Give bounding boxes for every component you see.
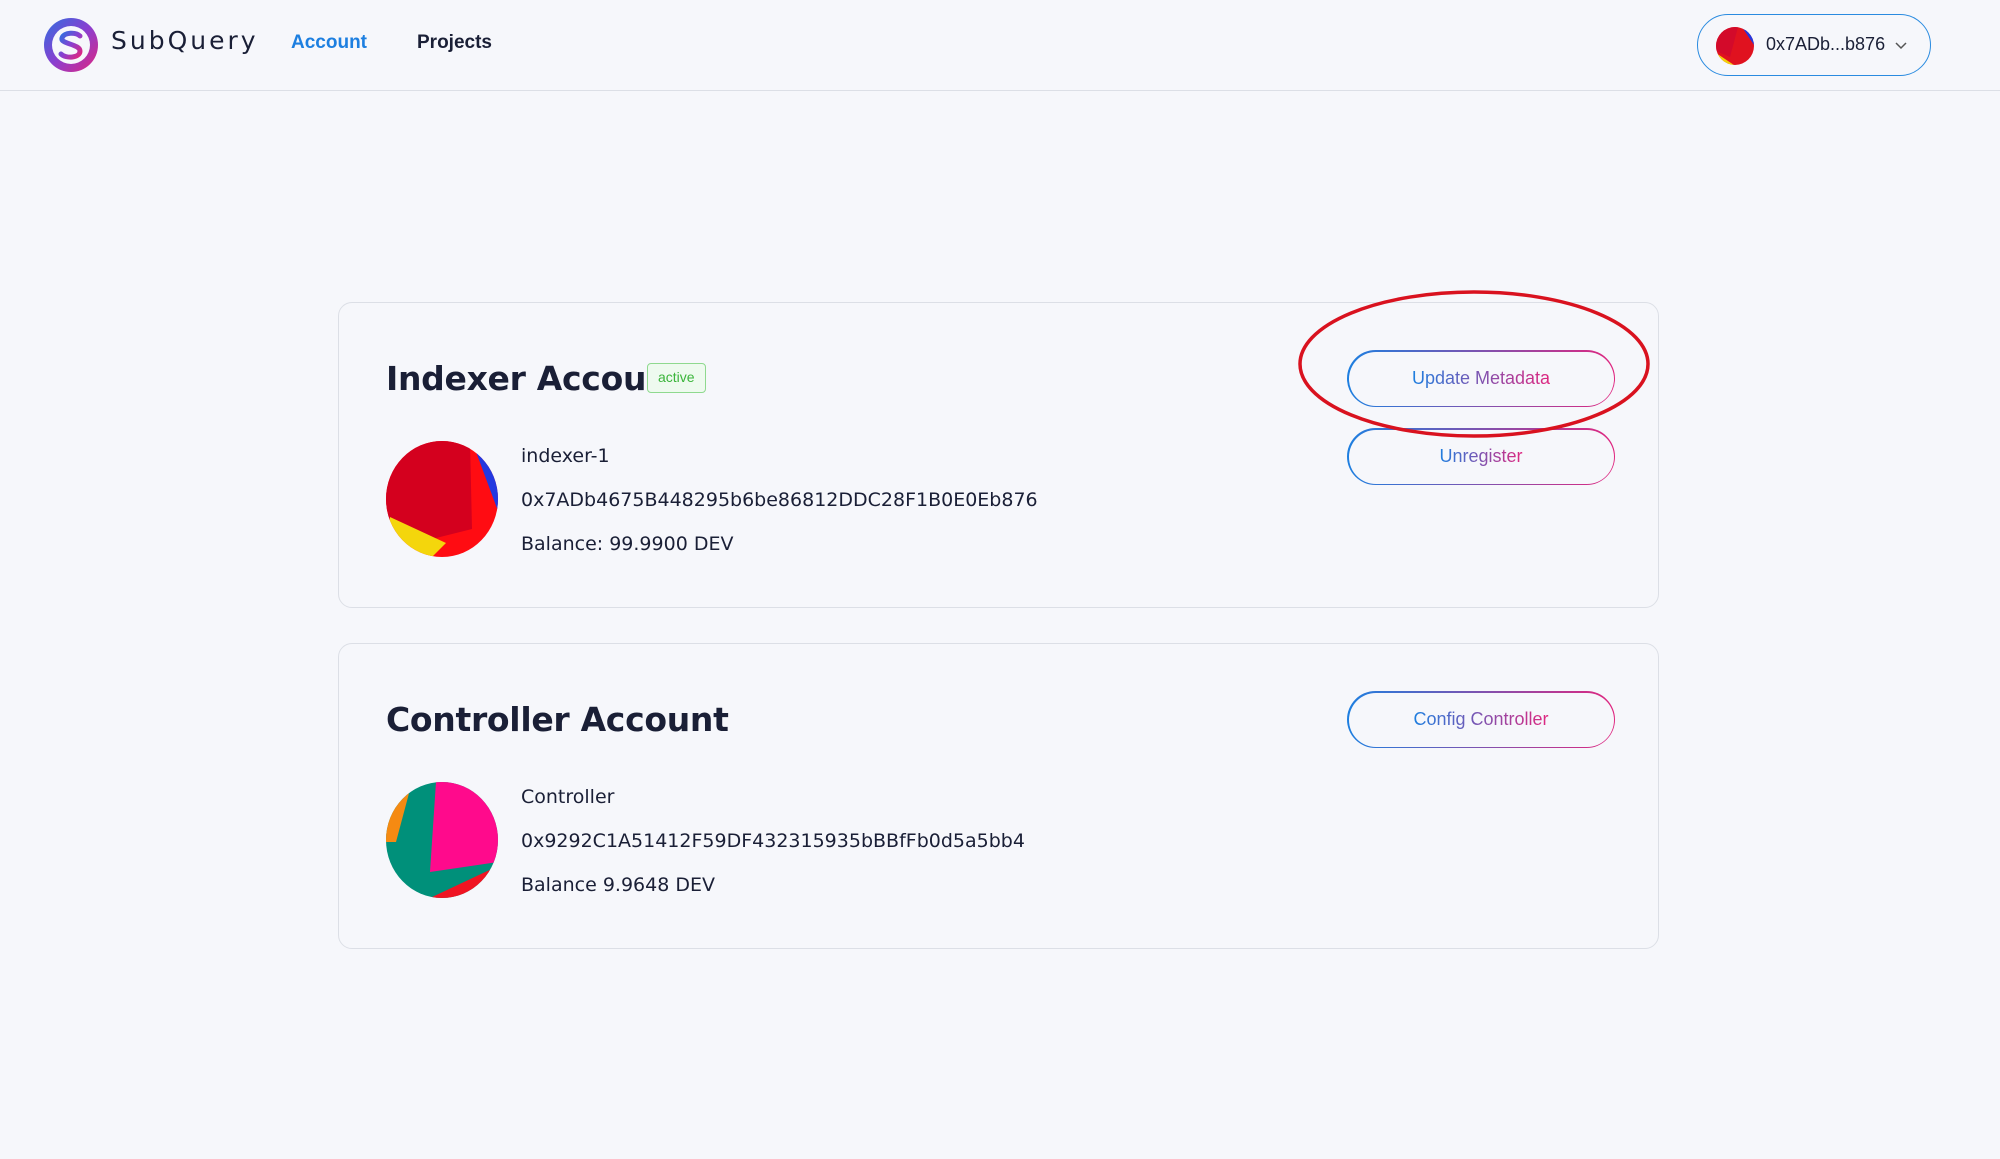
controller-address: 0x9292C1A51412F59DF432315935bBBfFb0d5a5b… (521, 830, 1025, 852)
top-nav-bar: SubQuery Account Projects 0x7ADb...b876 (0, 0, 2000, 91)
unregister-button[interactable]: Unregister (1347, 428, 1615, 485)
indexer-account-card: Indexer Account active indexer-1 0x7ADb4… (338, 302, 1659, 608)
nav-account-link[interactable]: Account (291, 32, 367, 54)
controller-name: Controller (521, 786, 615, 808)
config-controller-button[interactable]: Config Controller (1347, 691, 1615, 748)
controller-balance: Balance 9.9648 DEV (521, 874, 715, 896)
update-metadata-label: Update Metadata (1411, 368, 1551, 388)
wallet-address: 0x7ADb...b876 (1766, 34, 1886, 54)
status-badge: active (647, 363, 706, 393)
brand-name: SubQuery (111, 26, 259, 55)
wallet-avatar-icon (1716, 27, 1754, 65)
subquery-logo-icon[interactable] (42, 16, 100, 74)
indexer-account-title: Indexer Account (386, 359, 685, 398)
unregister-label: Unregister (1439, 446, 1523, 466)
controller-avatar (386, 782, 498, 898)
config-controller-label: Config Controller (1413, 709, 1549, 729)
chevron-down-icon (1895, 42, 1907, 50)
controller-account-card: Controller Account Controller 0x9292C1A5… (338, 643, 1659, 949)
indexer-name: indexer-1 (521, 445, 610, 467)
indexer-balance: Balance: 99.9900 DEV (521, 533, 734, 555)
update-metadata-button[interactable]: Update Metadata (1347, 350, 1615, 407)
wallet-account-button[interactable]: 0x7ADb...b876 (1697, 14, 1931, 76)
indexer-address: 0x7ADb4675B448295b6be86812DDC28F1B0E0Eb8… (521, 489, 1038, 511)
controller-account-title: Controller Account (386, 700, 729, 739)
indexer-avatar (386, 441, 498, 557)
nav-projects-link[interactable]: Projects (417, 32, 492, 54)
